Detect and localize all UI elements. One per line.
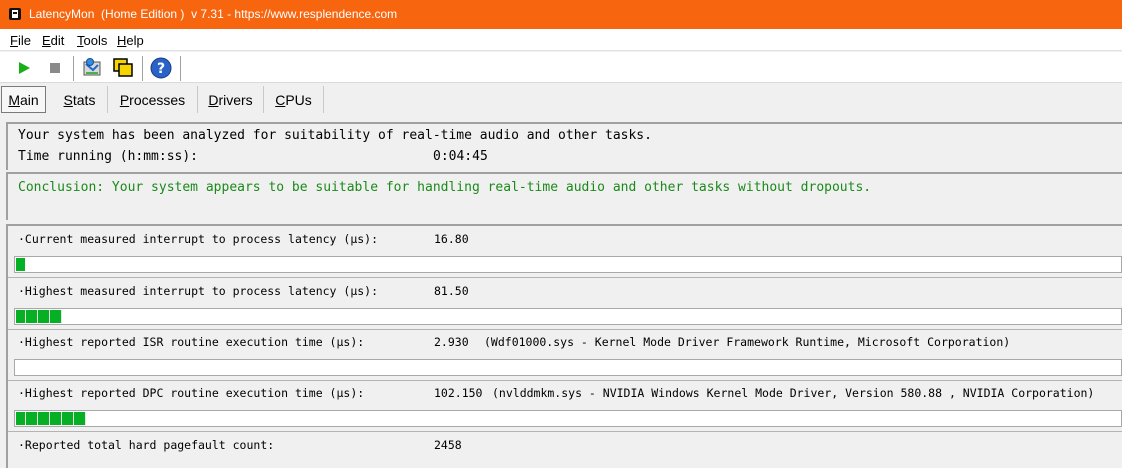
tab-drivers-label: rivers [218,91,253,108]
metric-label: ·Highest reported ISR routine execution … [18,335,365,349]
tab-bar: Main Stats Processes Drivers C PUs [0,84,1122,116]
windows-button[interactable] [111,56,135,80]
metric-value: 81.50 [434,284,469,298]
bar-segment-gap [49,310,50,323]
bar-segment-gap [25,310,26,323]
bar-segment-gap [25,412,26,425]
menu-help[interactable]: Help [117,33,144,48]
row-divider [8,380,1122,381]
tab-cpus-mnemonic: C [275,91,286,108]
row-divider [8,431,1122,432]
stop-button[interactable] [43,56,67,80]
menu-edit-mnemonic: E [42,33,51,48]
tab-drivers[interactable]: Drivers [198,86,264,113]
bar-segment-gap [61,310,62,323]
metric-bar-fill [16,258,25,271]
metric-bar [14,359,1122,376]
metric-bar-fill [16,412,86,425]
metric-value: 2.930 [434,335,469,349]
row-divider [8,277,1122,278]
metric-detail: (Wdf01000.sys - Kernel Mode Driver Frame… [484,335,1011,349]
metric-detail: (nvlddmkm.sys - NVIDIA Windows Kernel Mo… [492,386,1095,400]
play-icon [19,62,30,74]
report-icon [83,58,101,76]
metric-bar [14,256,1122,273]
bar-segment-gap [61,412,62,425]
toolbar-separator [73,56,74,81]
tab-processes[interactable]: Processes [108,86,198,113]
bar-segment-gap [73,412,74,425]
summary-panel: Your system has been analyzed for suitab… [6,122,1122,170]
tab-main-label: ain [19,91,39,108]
metric-value: 16.80 [434,232,469,246]
bar-segment-gap [37,412,38,425]
metric-label: ·Reported total hard pagefault count: [18,438,275,452]
svg-text:?: ? [157,61,165,77]
bar-segment-gap [49,412,50,425]
title-bar: LatencyMon (Home Edition ) v 7.31 - http… [0,0,1122,29]
menu-help-mnemonic: H [117,33,127,48]
time-running-label: Time running (h:mm:ss): [18,149,199,164]
menu-edit[interactable]: Edit [42,33,64,48]
metric-label: ·Highest reported DPC routine execution … [18,386,365,400]
metric-bar [14,410,1122,427]
metric-label: ·Highest measured interrupt to process l… [18,284,379,298]
metric-value: 2458 [434,438,462,452]
conclusion-panel: Conclusion: Your system appears to be su… [6,172,1122,220]
summary-text: Your system has been analyzed for suitab… [18,128,652,143]
toolbar-separator [142,56,143,81]
tab-stats-mnemonic: S [63,91,73,108]
toolbar-separator [180,56,181,81]
menu-tools-label: ools [83,33,108,48]
time-running-value: 0:04:45 [433,149,488,164]
metric-bar-fill [16,310,62,323]
row-divider [8,329,1122,330]
report-button[interactable] [80,56,104,80]
bar-segment-gap [37,310,38,323]
metric-label: ·Current measured interrupt to process l… [18,232,379,246]
tab-cpus[interactable]: C PUs [264,86,324,113]
menu-edit-label: dit [50,33,65,48]
tab-main-mnemonic: M [8,91,20,108]
menu-file[interactable]: File [10,33,31,48]
help-icon: ? [150,57,172,79]
tab-main[interactable]: Main [1,86,46,113]
tab-processes-label: rocesses [129,91,186,108]
conclusion-text: Conclusion: Your system appears to be su… [18,180,872,195]
metric-value: 102.150 [434,386,483,400]
menu-file-mnemonic: F [10,33,18,48]
menu-file-label: ile [17,33,31,48]
windows-icon [113,58,133,77]
window-title: LatencyMon (Home Edition ) v 7.31 - http… [29,7,398,21]
metric-bar [14,308,1122,325]
bar-segment-gap [85,412,86,425]
metrics-panel: ·Current measured interrupt to process l… [6,224,1122,468]
tab-stats[interactable]: Stats [52,86,108,113]
toolbar: ? [0,52,1122,83]
tab-drivers-mnemonic: D [208,91,219,108]
start-button[interactable] [12,56,36,80]
tab-stats-label: tats [72,91,96,108]
stop-icon [50,63,60,73]
menu-bar: File Edit Tools Help [0,29,1122,51]
menu-tools[interactable]: Tools [77,33,107,48]
app-icon [9,8,21,20]
tab-cpus-label: PUs [285,91,312,108]
help-button[interactable]: ? [149,56,173,80]
menu-help-label: elp [126,33,144,48]
tab-processes-mnemonic: P [119,91,130,108]
